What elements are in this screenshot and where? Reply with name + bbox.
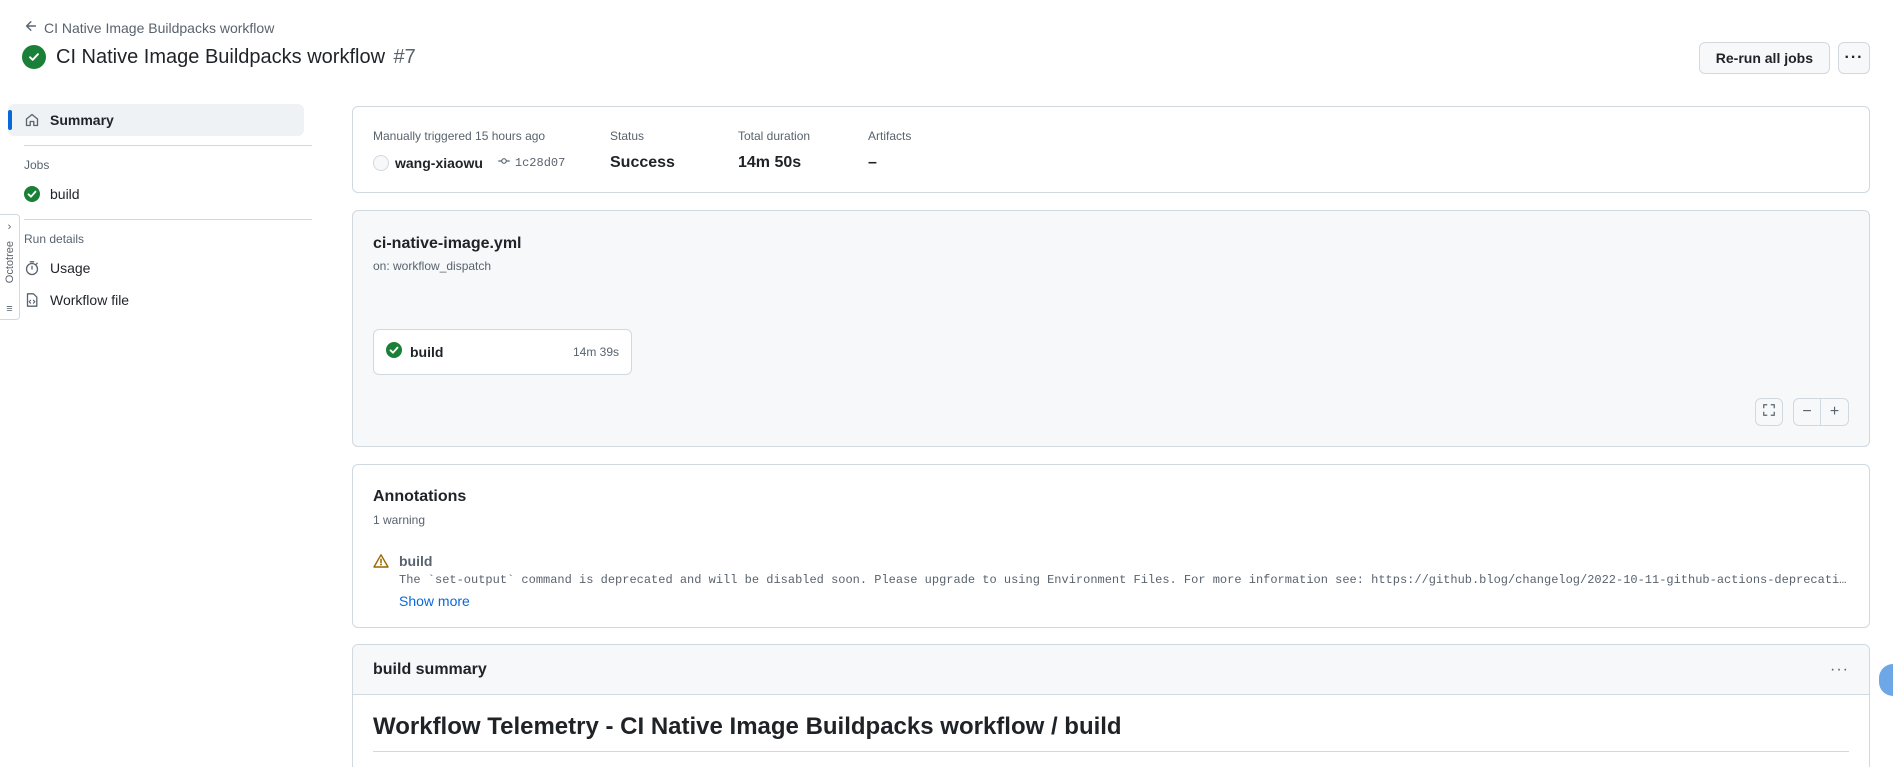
commit-sha[interactable]: 1c28d07 [515, 156, 565, 170]
sidebar-item-label: Usage [50, 260, 91, 276]
artifacts-info: Artifacts – [868, 129, 911, 172]
build-summary-header: build summary ··· [353, 645, 1869, 695]
sidebar-item-label: build [50, 186, 80, 202]
sidebar-item-workflow-file[interactable]: Workflow file [8, 284, 312, 316]
artifacts-label: Artifacts [868, 129, 912, 143]
duration-info: Total duration 14m 50s [738, 129, 810, 172]
annotations-title: Annotations [373, 488, 467, 505]
build-summary-menu-button[interactable]: ··· [1830, 661, 1849, 679]
page-title: CI Native Image Buildpacks workflow [56, 45, 386, 68]
zoom-group: − + [1793, 398, 1849, 426]
sidebar-item-summary[interactable]: Summary [8, 104, 304, 136]
status-value: Success [610, 154, 675, 171]
sidebar: Summary Jobs build Run details Usage Wor… [8, 104, 312, 316]
sidebar-item-usage[interactable]: Usage [8, 252, 312, 284]
job-name: build [410, 344, 444, 360]
sidebar-item-label: Summary [50, 112, 114, 128]
artifacts-value: – [868, 154, 877, 171]
check-circle-icon [386, 341, 402, 363]
sidebar-heading-run-details: Run details [24, 232, 85, 246]
annotations-count: 1 warning [373, 513, 426, 527]
zoom-out-button[interactable]: − [1793, 398, 1821, 426]
workflow-trigger: on: workflow_dispatch [373, 259, 492, 273]
check-circle-icon [22, 45, 46, 69]
avatar[interactable] [373, 155, 389, 171]
floating-assistant-button[interactable] [1879, 664, 1893, 696]
annotation-message: The `set-output` command is deprecated a… [399, 573, 1849, 587]
git-commit-icon [497, 154, 511, 172]
actor-link[interactable]: wang-xiaowu [395, 155, 483, 171]
check-circle-icon [24, 186, 40, 202]
show-more-link[interactable]: Show more [399, 593, 470, 609]
sidebar-divider [24, 219, 312, 220]
build-summary-title: build summary [373, 660, 487, 678]
run-summary-panel: Manually triggered 15 hours ago wang-xia… [352, 106, 1870, 193]
trigger-info: Manually triggered 15 hours ago wang-xia… [373, 129, 565, 172]
run-number: #7 [393, 45, 416, 68]
workflow-graph-panel: ci-native-image.yml on: workflow_dispatc… [352, 210, 1870, 447]
build-summary-panel: build summary ··· Workflow Telemetry - C… [352, 644, 1870, 767]
back-link-label[interactable]: CI Native Image Buildpacks workflow [44, 20, 274, 36]
sidebar-divider [24, 145, 312, 146]
sidebar-item-build[interactable]: build [8, 178, 312, 210]
graph-zoom-controls: − + [1755, 398, 1849, 426]
status-label: Status [610, 129, 645, 143]
duration-label: Total duration [738, 129, 811, 143]
page-title-row: CI Native Image Buildpacks workflow #7 [22, 45, 416, 69]
home-icon [24, 112, 40, 128]
build-summary-heading: Workflow Telemetry - CI Native Image Bui… [373, 713, 1849, 752]
annotation-item: build The `set-output` command is deprec… [373, 553, 1849, 611]
header-actions: Re-run all jobs ··· [1698, 42, 1870, 74]
trigger-label: Manually triggered 15 hours ago [373, 129, 546, 143]
alert-icon [373, 553, 389, 611]
job-card-build[interactable]: build 14m 39s [373, 329, 632, 375]
duration-value: 14m 50s [738, 154, 802, 171]
file-code-icon [24, 292, 40, 308]
fullscreen-button[interactable] [1755, 398, 1783, 426]
workflow-file-name: ci-native-image.yml [373, 235, 522, 252]
back-link[interactable]: CI Native Image Buildpacks workflow [24, 19, 274, 36]
zoom-in-button[interactable]: + [1821, 398, 1849, 426]
status-info: Status Success [610, 129, 675, 172]
arrow-left-icon [24, 19, 38, 36]
annotations-panel: Annotations 1 warning build The `set-out… [352, 464, 1870, 628]
stopwatch-icon [24, 260, 40, 276]
sidebar-heading-jobs: Jobs [24, 158, 50, 172]
fullscreen-icon [1762, 403, 1776, 422]
more-options-button[interactable]: ··· [1838, 42, 1870, 74]
annotation-job[interactable]: build [399, 553, 1849, 569]
job-duration: 14m 39s [572, 345, 619, 359]
sidebar-item-label: Workflow file [50, 292, 130, 308]
commit-link[interactable]: 1c28d07 [497, 154, 565, 172]
rerun-all-jobs-button[interactable]: Re-run all jobs [1698, 42, 1830, 74]
